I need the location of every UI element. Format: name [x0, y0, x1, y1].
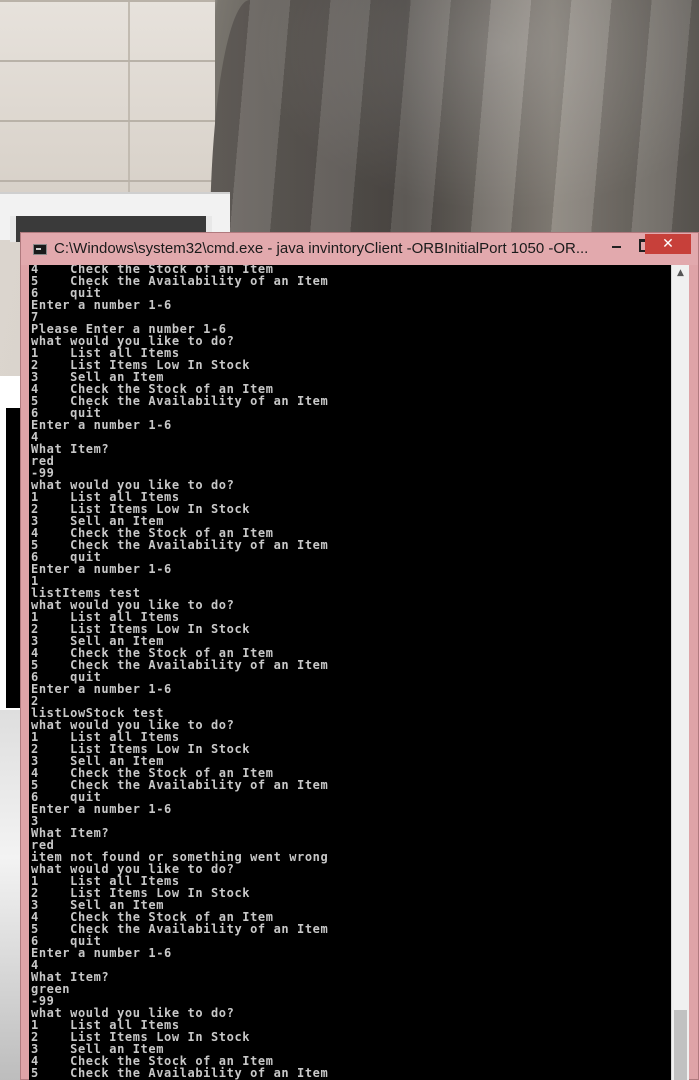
console-line: green — [31, 982, 71, 996]
console-text-block: 4 Check the Stock of an Item 5 Check the … — [31, 265, 328, 1079]
console-line: Enter a number 1-6 — [31, 946, 172, 960]
window-titlebar[interactable]: C:\Windows\system32\cmd.exe - java invin… — [21, 233, 698, 265]
console-line: Enter a number 1-6 — [31, 802, 172, 816]
console-line: What Item? — [31, 826, 110, 840]
wallpaper-metal-facade — [210, 0, 699, 240]
scroll-up-arrow-icon[interactable]: ▲ — [672, 265, 689, 282]
scrollbar-thumb[interactable] — [674, 1010, 687, 1080]
console-line: Enter a number 1-6 — [31, 562, 172, 576]
console-line: Enter a number 1-6 — [31, 682, 172, 696]
cmd-app-icon[interactable] — [33, 244, 47, 255]
background-desktop-edge — [0, 710, 22, 1080]
vertical-scrollbar[interactable]: ▲ — [671, 265, 689, 1080]
console-line: What Item? — [31, 442, 110, 456]
close-button[interactable]: ✕ — [645, 234, 691, 254]
window-title: C:\Windows\system32\cmd.exe - java invin… — [54, 240, 589, 257]
console-line: Enter a number 1-6 — [31, 418, 172, 432]
background-window[interactable] — [0, 376, 22, 710]
cmd-window[interactable]: C:\Windows\system32\cmd.exe - java invin… — [20, 232, 699, 1080]
minimize-button[interactable] — [603, 234, 631, 254]
console-line: Enter a number 1-6 — [31, 298, 172, 312]
console-line: What Item? — [31, 970, 110, 984]
console-line: 5 Check the Availability of an Item — [31, 1066, 329, 1080]
console-output[interactable]: 4 Check the Stock of an Item 5 Check the … — [29, 265, 679, 1080]
console-line: red — [31, 454, 55, 468]
